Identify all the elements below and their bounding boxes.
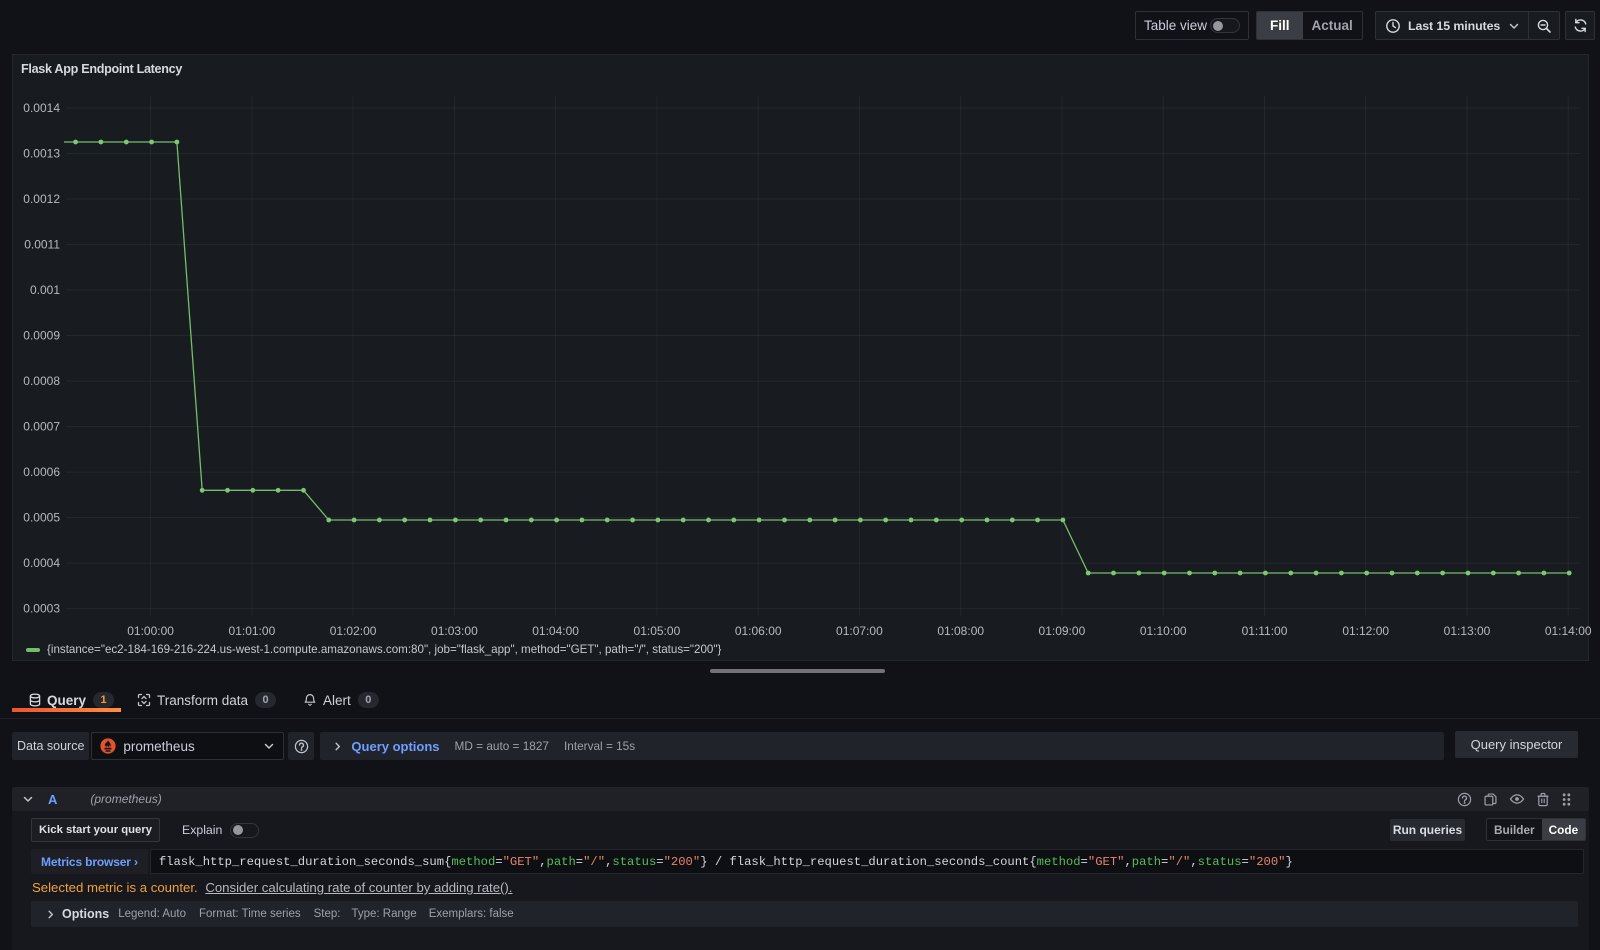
svg-text:01:09:00: 01:09:00 [1039, 624, 1086, 638]
svg-text:0.0003: 0.0003 [23, 602, 60, 616]
svg-text:0.0014: 0.0014 [23, 101, 60, 115]
svg-text:0.0012: 0.0012 [23, 192, 60, 206]
svg-text:01:11:00: 01:11:00 [1242, 624, 1288, 638]
svg-text:0.0004: 0.0004 [23, 556, 60, 570]
svg-text:01:06:00: 01:06:00 [735, 624, 782, 638]
svg-text:0.001: 0.001 [30, 283, 60, 297]
svg-text:01:05:00: 01:05:00 [634, 624, 681, 638]
svg-text:0.0007: 0.0007 [23, 420, 60, 434]
svg-text:0.0008: 0.0008 [23, 374, 60, 388]
svg-text:0.0006: 0.0006 [23, 465, 60, 479]
svg-text:01:13:00: 01:13:00 [1444, 624, 1491, 638]
svg-text:01:10:00: 01:10:00 [1140, 624, 1187, 638]
svg-text:01:00:00: 01:00:00 [127, 624, 174, 638]
svg-text:0.0011: 0.0011 [24, 238, 60, 252]
svg-text:01:14:00: 01:14:00 [1545, 624, 1592, 638]
svg-text:0.0005: 0.0005 [23, 511, 60, 525]
svg-text:0.0009: 0.0009 [23, 329, 60, 343]
svg-text:01:02:00: 01:02:00 [330, 624, 377, 638]
svg-text:01:01:00: 01:01:00 [229, 624, 276, 638]
svg-text:01:07:00: 01:07:00 [836, 624, 883, 638]
svg-text:0.0013: 0.0013 [23, 147, 60, 161]
svg-text:01:04:00: 01:04:00 [532, 624, 579, 638]
svg-text:01:03:00: 01:03:00 [431, 624, 478, 638]
svg-text:01:08:00: 01:08:00 [937, 624, 984, 638]
svg-text:01:12:00: 01:12:00 [1342, 624, 1389, 638]
